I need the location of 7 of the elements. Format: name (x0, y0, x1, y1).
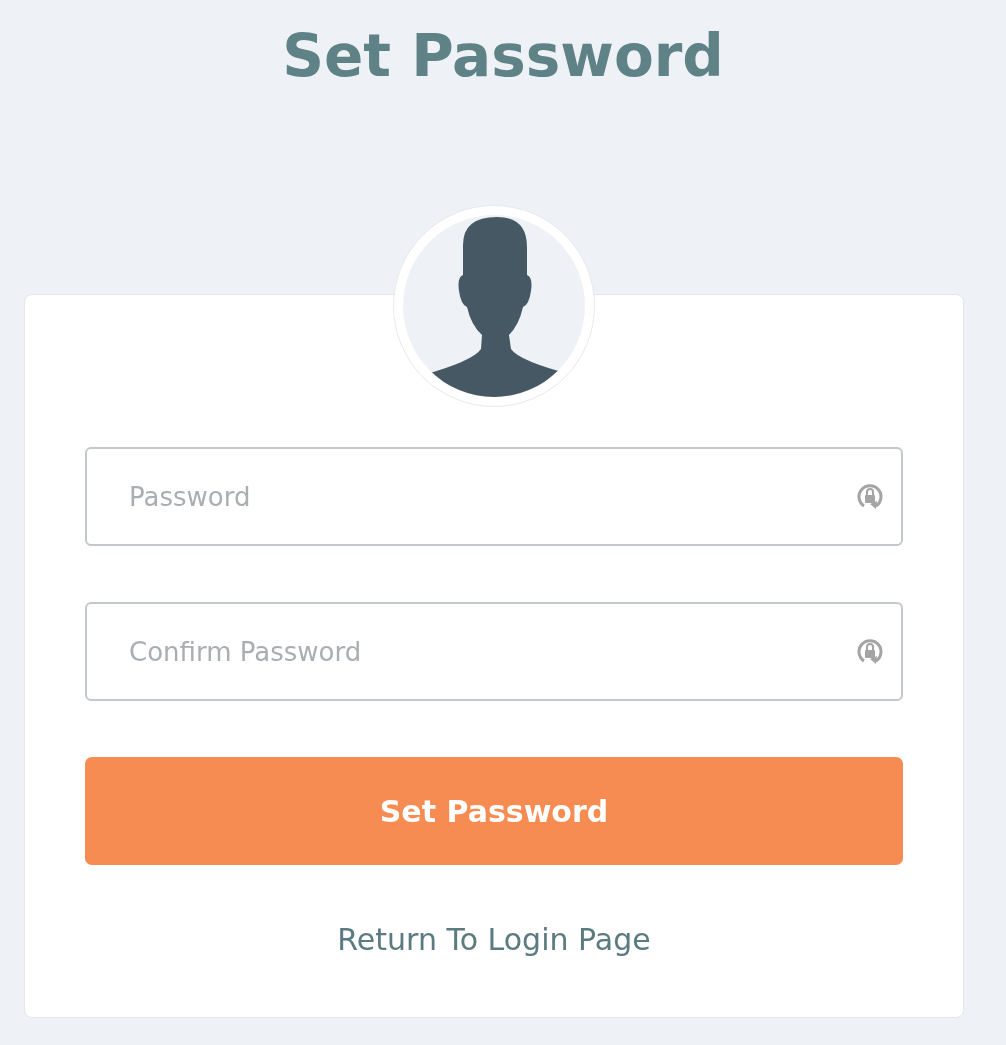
lock-icon (855, 481, 885, 512)
set-password-button[interactable]: Set Password (85, 757, 903, 865)
lock-icon (855, 636, 885, 667)
password-field[interactable]: Confirm Password (85, 602, 903, 701)
page-title: Set Password (281, 21, 725, 92)
password-field[interactable]: Password (85, 447, 903, 546)
return-link[interactable]: Return To Login Page (337, 917, 651, 962)
